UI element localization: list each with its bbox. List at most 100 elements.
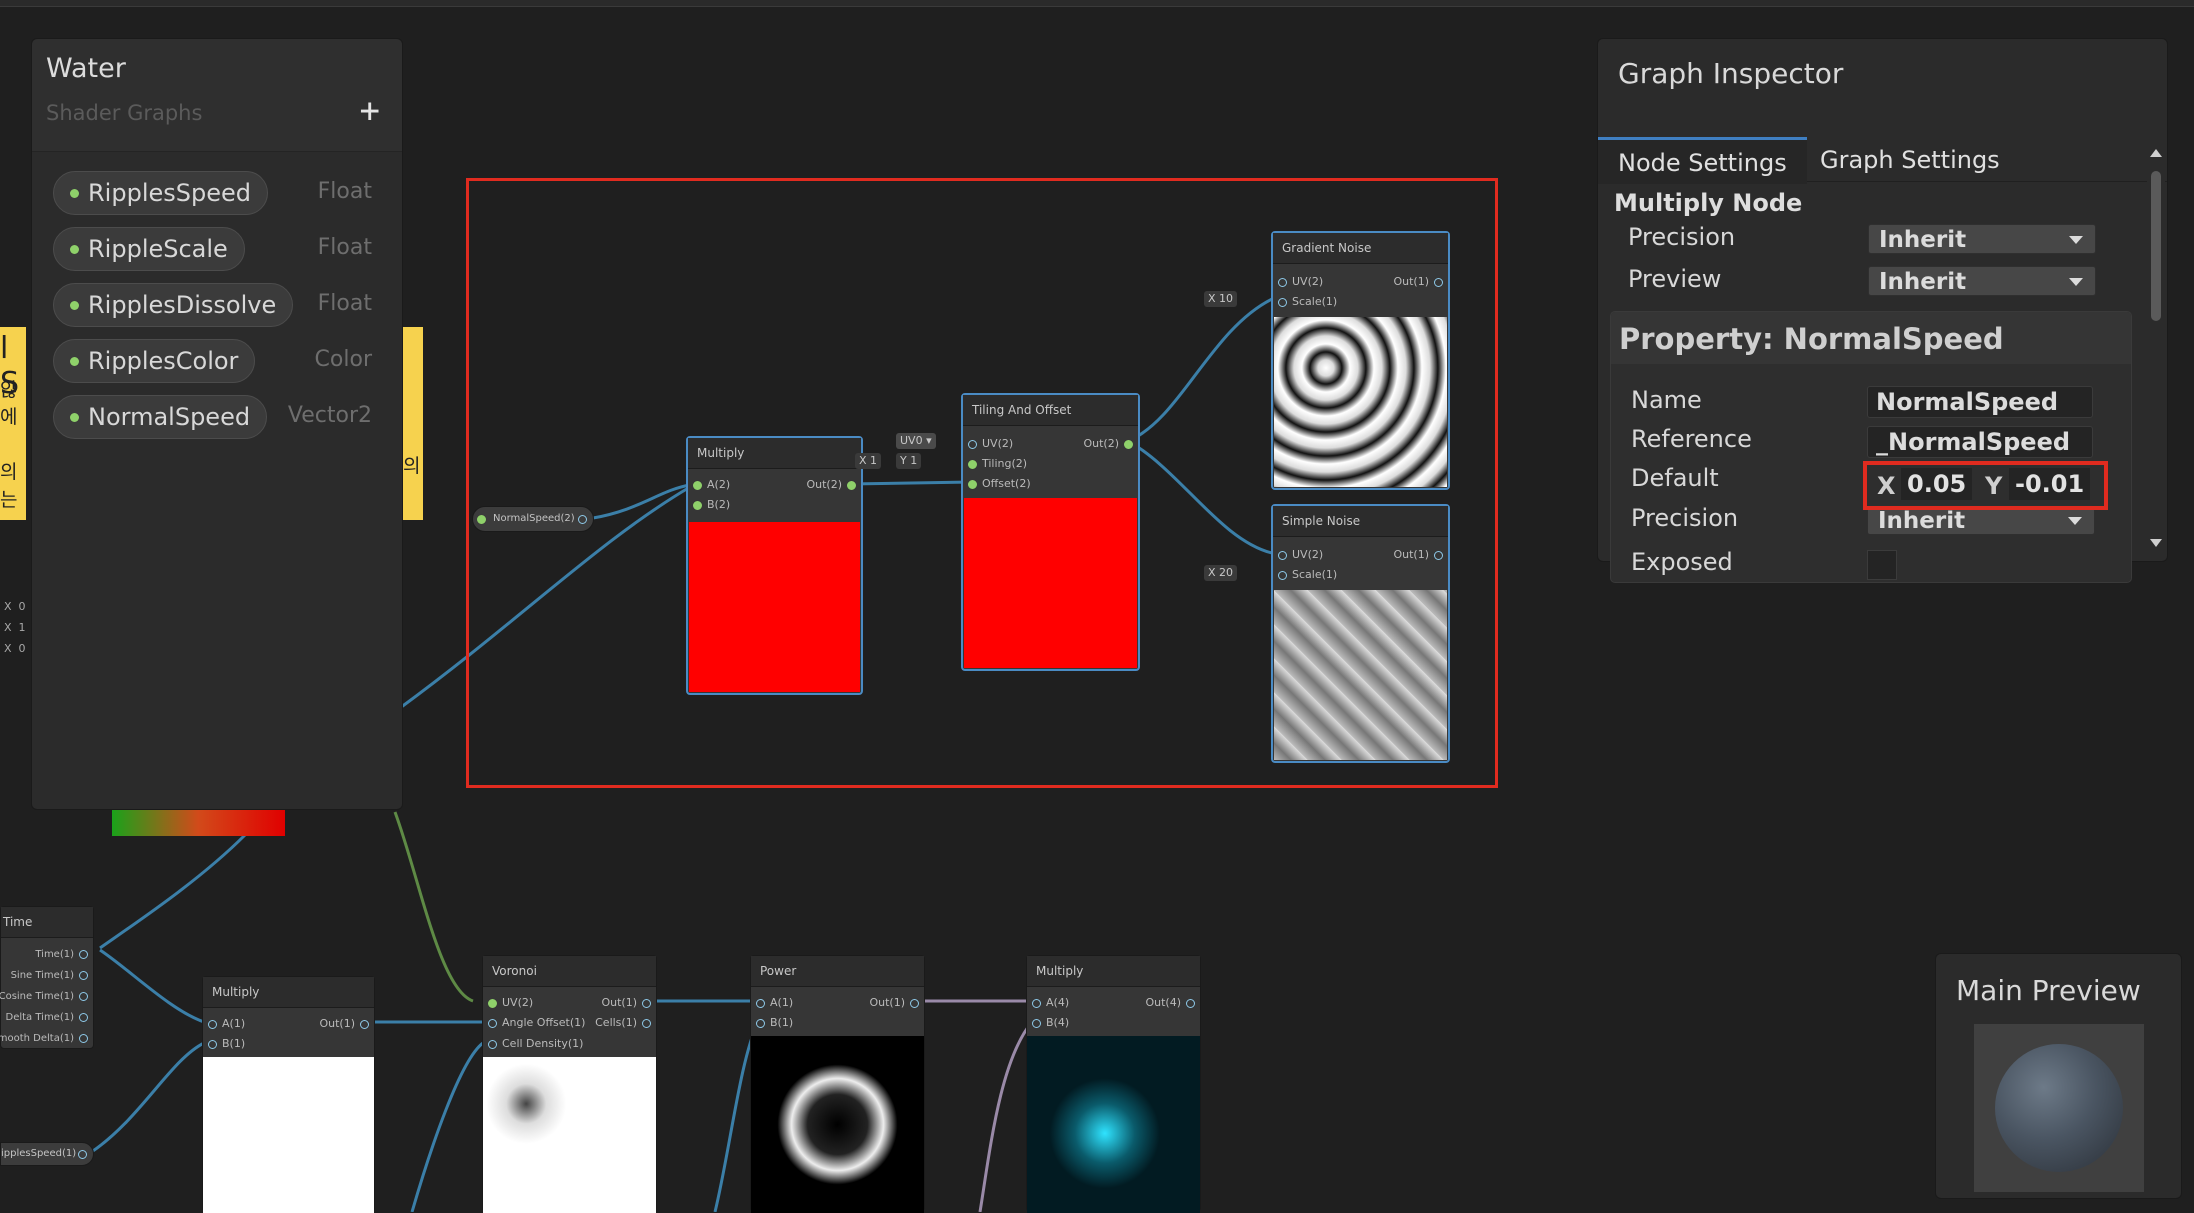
input-b-port[interactable]: B(4) [1027,1016,1069,1029]
output-port[interactable]: Out(1) [601,996,656,1009]
name-field[interactable]: NormalSpeed [1867,386,2093,418]
input-tiling-port[interactable]: Tiling(2) [963,457,1027,470]
property-item[interactable]: RippleScale Float [32,221,402,277]
input-uv-port[interactable]: UV(2) [1273,548,1323,561]
input-b-port[interactable]: B(1) [203,1037,245,1050]
node-title: Simple Noise [1273,506,1448,537]
property-item[interactable]: RipplesSpeed Float [32,165,402,221]
tab-graph-settings[interactable]: Graph Settings [1800,137,2020,181]
gradient-preview-fragment [112,810,285,836]
output-port[interactable] [578,515,587,524]
property-item[interactable]: RipplesColor Color [32,333,402,389]
property-pill[interactable]: RipplesDissolve [53,283,294,327]
sticky-text: 않에 [0,379,18,428]
voronoi-node[interactable]: Voronoi UV(2) Angle Offset(1) Cell Densi… [482,955,657,1213]
inspector-scrollbar[interactable] [2147,145,2165,551]
edge-green [393,811,474,1003]
scroll-down-icon[interactable] [2150,539,2162,547]
sticky-note-left[interactable]: l S 않에 의 는 [0,327,26,520]
input-uv-port[interactable]: UV(2) [483,996,533,1009]
output-port[interactable]: Out(1) [1393,275,1448,288]
sticky-note-right[interactable]: 의 [403,327,423,520]
input-a-port[interactable]: A(1) [203,1017,245,1030]
port-label: UV(2) [1292,275,1324,288]
output-port[interactable]: Cosine Time(1) [0,989,93,1002]
output-port[interactable]: Out(1) [1393,548,1448,561]
input-scale-port[interactable]: Scale(1) [1273,568,1337,581]
edge-blue [978,1021,1034,1212]
input-a-port[interactable]: A(1) [751,996,793,1009]
input-scale-port[interactable]: Scale(1) [1273,295,1337,308]
scroll-thumb[interactable] [2151,171,2161,321]
input-offset-port[interactable]: Offset(2) [963,477,1031,490]
multiply-node-3[interactable]: Multiply A(4) B(4) Out(4) [1026,955,1201,1213]
output-port[interactable]: Delta Time(1) [6,1010,94,1023]
multiply-node[interactable]: Multiply A(2) B(2) Out(2) [686,436,863,695]
simple-scale-field[interactable]: X 20 [1204,565,1238,581]
node-title: Time [1,907,93,938]
tiling-y-field[interactable]: Y 1 [896,453,922,469]
cells-port[interactable]: Cells(1) [595,1016,656,1029]
default-vector-field[interactable]: X 0.05 Y -0.01 [1867,466,2099,508]
prop-precision-dropdown[interactable]: Inherit [1867,505,2095,535]
port-dot-icon [208,1039,217,1049]
property-pill[interactable]: RippleScale [53,227,245,271]
time-node[interactable]: Time Time(1) Sine Time(1) Cosine Time(1)… [0,906,94,1049]
output-port[interactable]: Smooth Delta(1) [0,1031,93,1044]
input-uv-port[interactable]: UV(2) [963,437,1013,450]
output-port[interactable] [78,1150,87,1159]
gradient-noise-node[interactable]: Gradient Noise UV(2) Scale(1) Out(1) [1271,231,1450,490]
output-port[interactable]: Out(2) [806,478,861,491]
tab-node-settings[interactable]: Node Settings [1598,137,1807,184]
input-a-port[interactable]: A(2) [688,478,730,491]
default-y-input[interactable]: -0.01 [2009,468,2091,500]
input-angle-port[interactable]: Angle Offset(1) [483,1016,585,1029]
exposed-checkbox[interactable] [1867,550,1897,580]
property-pill[interactable]: RipplesColor [53,339,256,383]
main-preview-panel[interactable]: Main Preview [1935,953,2182,1199]
ripplesspeed-property-node[interactable]: ipplesSpeed(1) [0,1142,94,1166]
port-label: Scale(1) [1292,295,1338,308]
output-port[interactable]: Time(1) [35,947,93,960]
power-node[interactable]: Power A(1) B(1) Out(1) [750,955,925,1213]
left-field-2[interactable]: X 0 [4,642,26,655]
precision-dropdown[interactable]: Inherit [1868,224,2096,254]
add-property-button[interactable]: + [360,91,380,131]
property-pill[interactable]: RipplesSpeed [53,171,268,215]
left-field-1[interactable]: X 1 [4,621,26,634]
multiply-b-field[interactable]: X 1 [855,453,882,469]
blackboard-panel[interactable]: Water Shader Graphs + RipplesSpeed Float… [31,38,403,810]
port-dot-icon [360,1019,369,1029]
port-dot-icon [79,970,88,980]
input-b-port[interactable]: B(2) [688,498,730,511]
input-a-port[interactable]: A(4) [1027,996,1069,1009]
input-density-port[interactable]: Cell Density(1) [483,1037,583,1050]
default-x-input[interactable]: 0.05 [1901,468,1973,500]
node-label: ipplesSpeed(1) [1,1148,77,1159]
uv-dropdown[interactable]: UV0 ▾ [896,433,936,449]
property-item[interactable]: RipplesDissolve Float [32,277,402,333]
normalspeed-property-node[interactable]: NormalSpeed(2) [472,506,594,532]
simple-noise-node[interactable]: Simple Noise UV(2) Scale(1) Out(1) [1271,504,1450,763]
property-pill[interactable]: NormalSpeed [53,395,268,439]
tiling-and-offset-node[interactable]: Tiling And Offset UV(2) Tiling(2) Offset… [961,393,1140,671]
edge-blue [99,833,247,950]
input-uv-port[interactable]: UV(2) [1273,275,1323,288]
output-port[interactable]: Out(2) [1083,437,1138,450]
preview-dropdown[interactable]: Inherit [1868,266,2096,296]
output-port[interactable]: Out(4) [1145,996,1200,1009]
output-port[interactable]: Out(1) [869,996,924,1009]
output-port[interactable]: Out(1) [319,1017,374,1030]
input-b-port[interactable]: B(1) [751,1016,793,1029]
preview-viewport[interactable] [1974,1024,2144,1192]
reference-field[interactable]: _NormalSpeed [1867,426,2093,458]
left-field-0[interactable]: X 0 [4,600,26,613]
multiply-node-2[interactable]: Multiply A(1) B(1) Out(1) [202,976,375,1213]
port-dot-icon [1434,550,1443,560]
gradient-scale-field[interactable]: X 10 [1204,291,1238,307]
graph-inspector-panel[interactable]: Graph Inspector Node Settings Graph Sett… [1597,38,2168,583]
property-box: Property: NormalSpeed Name NormalSpeed R… [1610,311,2132,583]
scroll-up-icon[interactable] [2150,149,2162,157]
property-item[interactable]: NormalSpeed Vector2 [32,389,402,445]
output-port[interactable]: Sine Time(1) [11,968,93,981]
